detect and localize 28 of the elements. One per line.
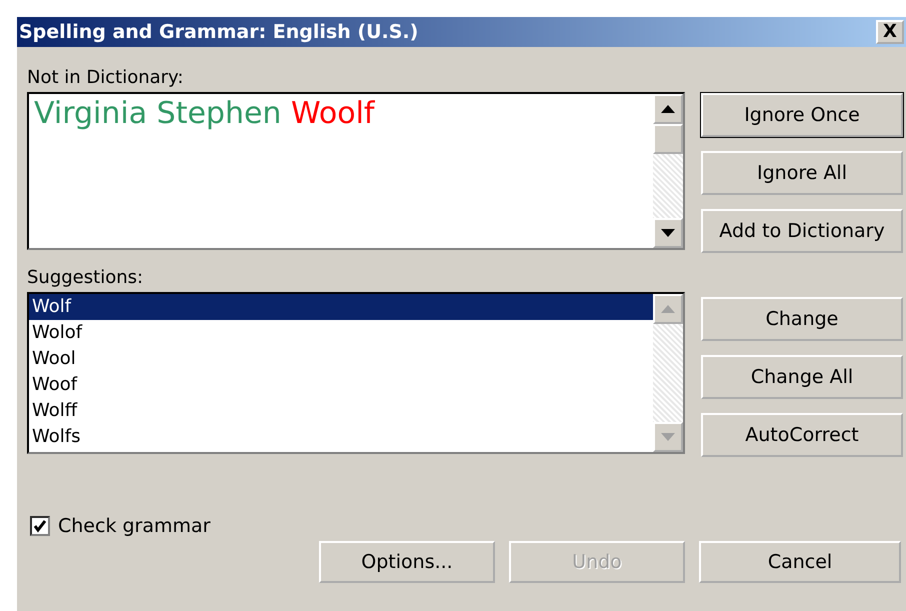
suggestions-label: Suggestions:	[27, 267, 144, 288]
suggestion-item[interactable]: Wolof	[29, 320, 653, 346]
dialog-button[interactable]: AutoCorrect	[701, 413, 903, 457]
check-grammar-checkbox[interactable]	[30, 516, 50, 536]
suggestion-item[interactable]: Wolff	[29, 398, 653, 424]
not-in-dictionary-label: Not in Dictionary:	[27, 67, 184, 88]
dialog-button[interactable]: Add to Dictionary	[701, 209, 903, 253]
dialog-button[interactable]: Cancel	[699, 541, 901, 583]
sentence-field[interactable]: Virginia Stephen Woolf	[27, 92, 685, 250]
scrollbar[interactable]	[653, 94, 683, 248]
sentence-text: Virginia Stephen	[34, 96, 282, 131]
suggestion-item[interactable]: Wool	[29, 346, 653, 372]
close-button[interactable]: X	[876, 20, 904, 44]
sentence-text: Woolf	[290, 96, 374, 131]
dialog-button[interactable]: Options...	[319, 541, 495, 583]
scroll-down-icon[interactable]	[653, 218, 683, 248]
dialog-button[interactable]: Change	[701, 297, 903, 341]
suggestion-item[interactable]: Woof	[29, 372, 653, 398]
scroll-thumb[interactable]	[653, 124, 683, 154]
suggestions-list[interactable]: Wolf Wolof Wool Woof Wolff Wolfs	[27, 292, 685, 454]
scroll-up-icon[interactable]	[653, 94, 683, 124]
dialog-button[interactable]: Ignore All	[701, 151, 903, 195]
check-grammar-label: Check grammar	[58, 515, 210, 537]
dialog-button[interactable]: Ignore Once	[701, 93, 903, 137]
suggestion-item[interactable]: Wolfs	[29, 424, 653, 450]
window-title: Spelling and Grammar: English (U.S.)	[19, 21, 418, 43]
suggestion-item[interactable]: Wolf	[29, 294, 653, 320]
dialog-button[interactable]: Change All	[701, 355, 903, 399]
